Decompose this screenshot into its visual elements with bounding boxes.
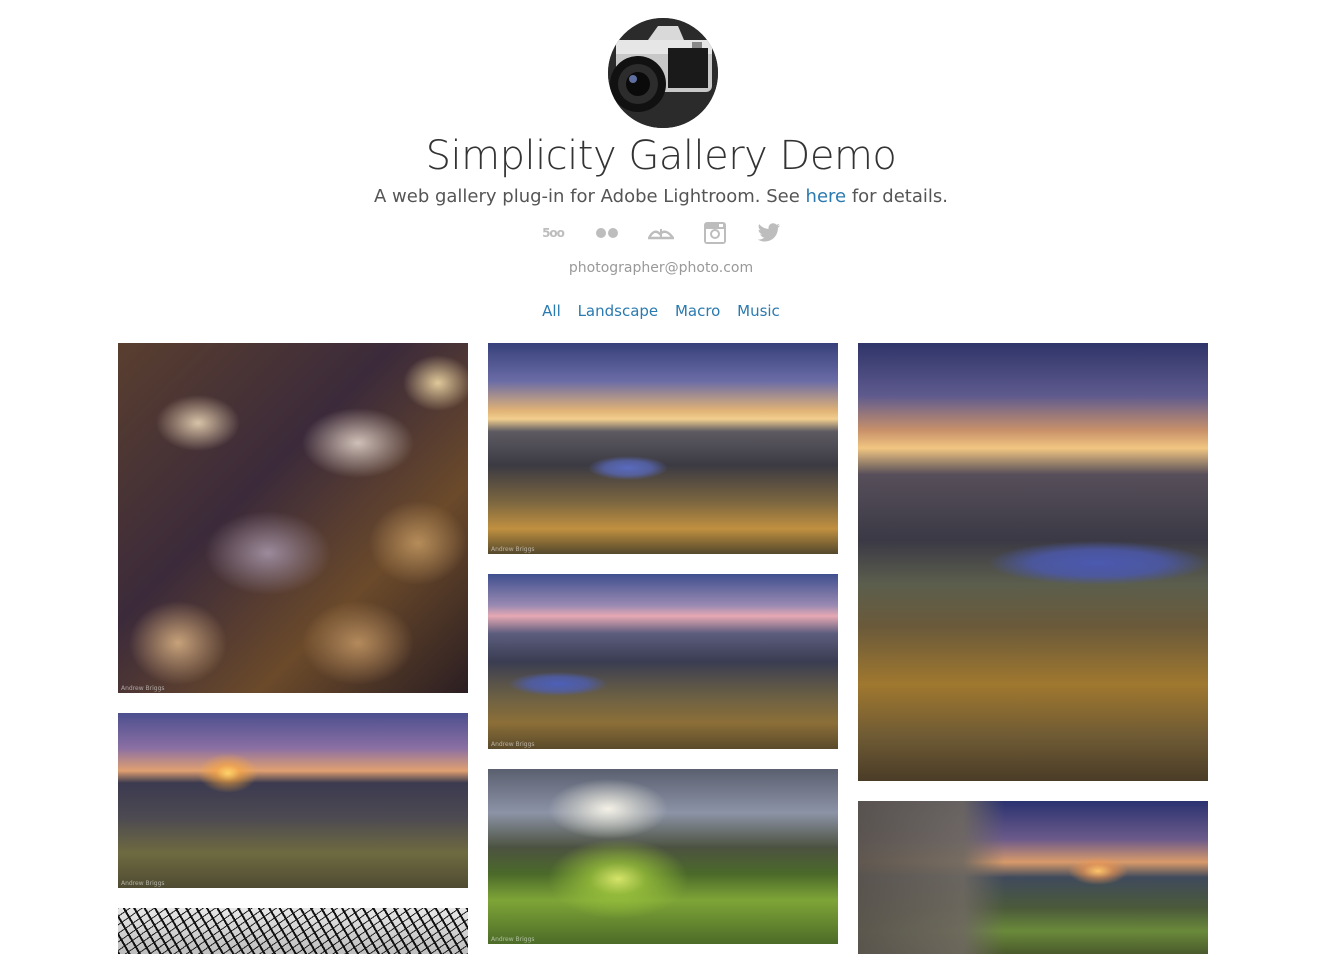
- category-nav: All Landscape Macro Music: [0, 300, 1322, 322]
- contact-email[interactable]: photographer@photo.com: [0, 258, 1322, 278]
- photo-credit: Andrew Briggs: [121, 880, 165, 887]
- photo-lake-dawn[interactable]: Andrew Briggs: [488, 574, 838, 749]
- twitter-icon[interactable]: [752, 220, 786, 246]
- photo-rocky-sunset[interactable]: [858, 801, 1208, 954]
- subtitle-text-end: for details.: [846, 186, 948, 207]
- 500px-icon[interactable]: 5oo: [536, 220, 570, 246]
- photo-lake-sunrise[interactable]: Andrew Briggs: [488, 343, 838, 554]
- camera-photo: [608, 18, 718, 128]
- category-macro[interactable]: Macro: [675, 302, 720, 320]
- social-links: 5oo: [536, 220, 786, 246]
- photo-credit: Andrew Briggs: [491, 936, 535, 943]
- site-title: Simplicity Gallery Demo: [425, 133, 897, 179]
- photo-frosted-leaves[interactable]: Andrew Briggs: [118, 343, 468, 693]
- category-all[interactable]: All: [542, 302, 561, 320]
- photo-credit: Andrew Briggs: [491, 546, 535, 553]
- category-landscape[interactable]: Landscape: [578, 302, 659, 320]
- photo-credit: Andrew Briggs: [121, 685, 165, 692]
- deviantart-icon[interactable]: [644, 220, 678, 246]
- photo-tree-branches[interactable]: [118, 908, 468, 954]
- site-subtitle: A web gallery plug-in for Adobe Lightroo…: [0, 184, 1322, 210]
- details-link[interactable]: here: [806, 186, 847, 207]
- photo-green-valley[interactable]: Andrew Briggs: [488, 769, 838, 944]
- photo-credit: Andrew Briggs: [491, 741, 535, 748]
- avatar: [608, 18, 718, 128]
- category-music[interactable]: Music: [737, 302, 780, 320]
- photo-lake-overlook[interactable]: [858, 343, 1208, 781]
- instagram-icon[interactable]: [698, 220, 732, 246]
- subtitle-text: A web gallery plug-in for Adobe Lightroo…: [374, 186, 806, 207]
- photo-sunset-valley[interactable]: Andrew Briggs: [118, 713, 468, 888]
- flickr-icon[interactable]: [590, 220, 624, 246]
